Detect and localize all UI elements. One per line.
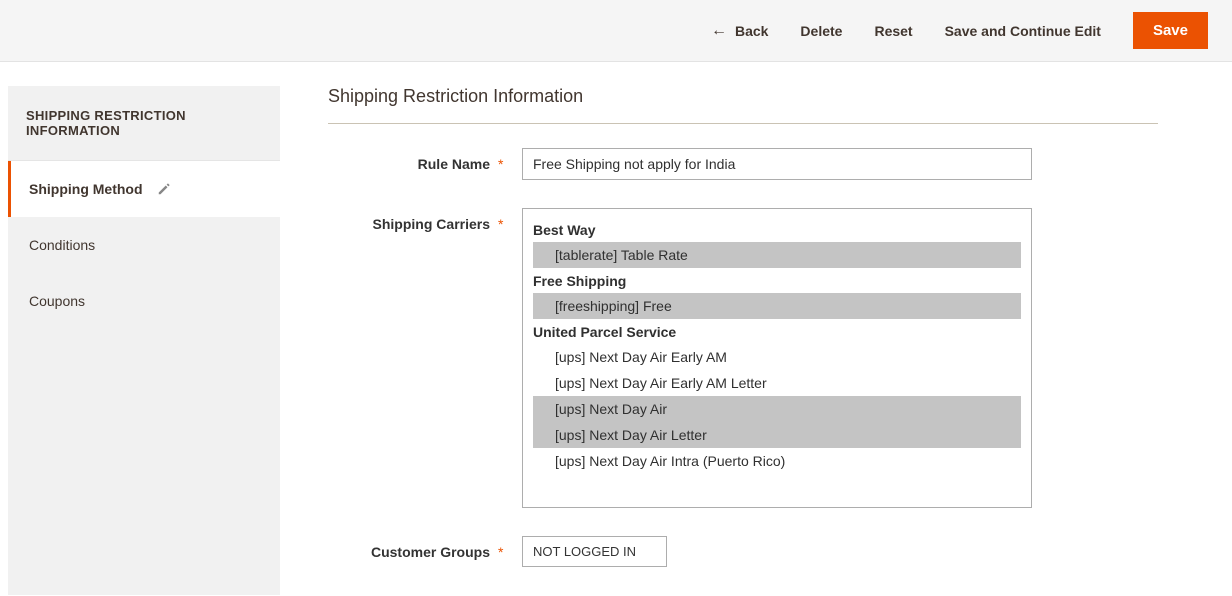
carrier-option[interactable]: [ups] Next Day Air Early AM xyxy=(533,344,1021,370)
rule-name-label: Rule Name xyxy=(328,148,498,172)
rule-name-row: Rule Name * xyxy=(328,148,1158,180)
back-button[interactable]: ← Back xyxy=(711,23,768,39)
carrier-option[interactable]: [ups] Next Day Air Letter xyxy=(533,422,1021,448)
rule-name-input[interactable] xyxy=(522,148,1032,180)
back-label: Back xyxy=(735,23,768,39)
arrow-left-icon: ← xyxy=(711,23,727,39)
required-mark: * xyxy=(498,536,510,560)
sidebar-item-label: Coupons xyxy=(29,293,85,309)
customer-groups-row: Customer Groups * NOT LOGGED IN xyxy=(328,536,1158,567)
main-layout: SHIPPING RESTRICTION INFORMATION Shippin… xyxy=(0,62,1232,595)
carrier-option[interactable]: [freeshipping] Free xyxy=(533,293,1021,319)
shipping-carriers-multiselect[interactable]: Best Way[tablerate] Table RateFree Shipp… xyxy=(522,208,1032,508)
carrier-option[interactable]: [ups] Next Day Air Early AM Letter xyxy=(533,370,1021,396)
carrier-option[interactable]: [ups] Next Day Air xyxy=(533,396,1021,422)
sidebar-item-label: Shipping Method xyxy=(29,181,143,197)
save-continue-button[interactable]: Save and Continue Edit xyxy=(945,23,1101,39)
customer-groups-label: Customer Groups xyxy=(328,536,498,560)
page-header: ← Back Delete Reset Save and Continue Ed… xyxy=(0,0,1232,62)
sidebar-item-coupons[interactable]: Coupons xyxy=(8,273,280,329)
carrier-group-label: Best Way xyxy=(533,217,1021,242)
reset-button[interactable]: Reset xyxy=(874,23,912,39)
sidebar-item-shipping-method[interactable]: Shipping Method xyxy=(8,161,280,217)
delete-button[interactable]: Delete xyxy=(800,23,842,39)
shipping-carriers-label: Shipping Carriers xyxy=(328,208,498,232)
section-title: Shipping Restriction Information xyxy=(328,86,1158,124)
sidebar-item-conditions[interactable]: Conditions xyxy=(8,217,280,273)
save-button[interactable]: Save xyxy=(1133,12,1208,49)
carrier-group-label: United Parcel Service xyxy=(533,319,1021,344)
required-mark: * xyxy=(498,148,510,172)
carrier-group-label: Free Shipping xyxy=(533,268,1021,293)
sidebar: SHIPPING RESTRICTION INFORMATION Shippin… xyxy=(8,86,280,595)
carrier-option[interactable]: [tablerate] Table Rate xyxy=(533,242,1021,268)
sidebar-item-label: Conditions xyxy=(29,237,95,253)
shipping-carriers-control: Best Way[tablerate] Table RateFree Shipp… xyxy=(510,208,1158,508)
pencil-icon xyxy=(157,182,171,196)
shipping-carriers-row: Shipping Carriers * Best Way[tablerate] … xyxy=(328,208,1158,508)
customer-groups-control: NOT LOGGED IN xyxy=(510,536,1158,567)
sidebar-title: SHIPPING RESTRICTION INFORMATION xyxy=(8,86,280,161)
required-mark: * xyxy=(498,208,510,232)
main-content: Shipping Restriction Information Rule Na… xyxy=(328,86,1198,595)
carrier-option[interactable]: [ups] Next Day Air Intra (Puerto Rico) xyxy=(533,448,1021,474)
rule-name-control xyxy=(510,148,1158,180)
customer-groups-select[interactable]: NOT LOGGED IN xyxy=(522,536,667,567)
